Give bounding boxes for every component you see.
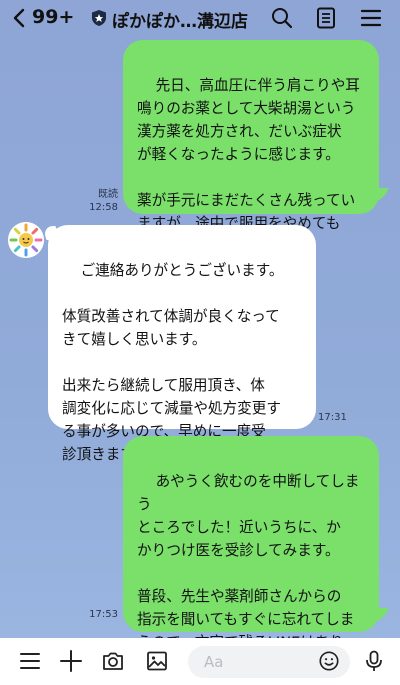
message-meta: 既読 12:58 <box>80 188 118 214</box>
message-meta: 17:31 <box>318 411 356 424</box>
message-bubble-incoming[interactable]: ご連絡ありがとうございます。 体質改善されて体調が良くなって きて嬉しく思います… <box>48 225 316 463</box>
message-time: 12:58 <box>89 202 118 213</box>
read-label: 既読 <box>98 189 118 200</box>
sun-logo-icon <box>8 222 44 258</box>
unread-count[interactable]: 99+ <box>32 6 74 28</box>
chevron-left-icon[interactable] <box>10 7 28 29</box>
message-text: ご連絡ありがとうございます。 体質改善されて体調が良くなって きて嬉しく思います… <box>62 262 284 463</box>
avatar[interactable] <box>8 222 44 258</box>
menu-icon[interactable] <box>359 6 383 30</box>
mic-icon[interactable] <box>362 649 386 673</box>
message-meta: 17:53 <box>80 608 118 621</box>
camera-icon[interactable] <box>101 649 125 673</box>
chat-title[interactable]: ぽかぽか…溝辺店 <box>112 7 248 32</box>
note-icon[interactable] <box>314 6 338 30</box>
message-bubble-outgoing[interactable]: あやうく飲むのを中断してしまう ところでした！近いうちに、か かりつけ医を受診し… <box>123 436 379 674</box>
chat-header: 99+ ぽかぽか…溝辺店 <box>0 0 400 36</box>
composer-bar <box>0 638 400 685</box>
shield-icon <box>92 10 106 26</box>
search-icon[interactable] <box>270 6 294 30</box>
chat-screen: 99+ ぽかぽか…溝辺店 先日、高血圧に伴う肩こりや耳 鳴りのお薬として大柴胡湯… <box>0 0 400 685</box>
menu-icon[interactable] <box>18 649 42 673</box>
plus-icon[interactable] <box>59 649 83 673</box>
message-time: 17:31 <box>318 412 347 423</box>
message-bubble-outgoing[interactable]: 先日、高血圧に伴う肩こりや耳 鳴りのお薬として大柴胡湯という 漢方薬を処方され、… <box>123 40 379 255</box>
message-time: 17:53 <box>89 609 118 620</box>
emoji-icon[interactable] <box>318 650 340 672</box>
image-icon[interactable] <box>145 649 169 673</box>
